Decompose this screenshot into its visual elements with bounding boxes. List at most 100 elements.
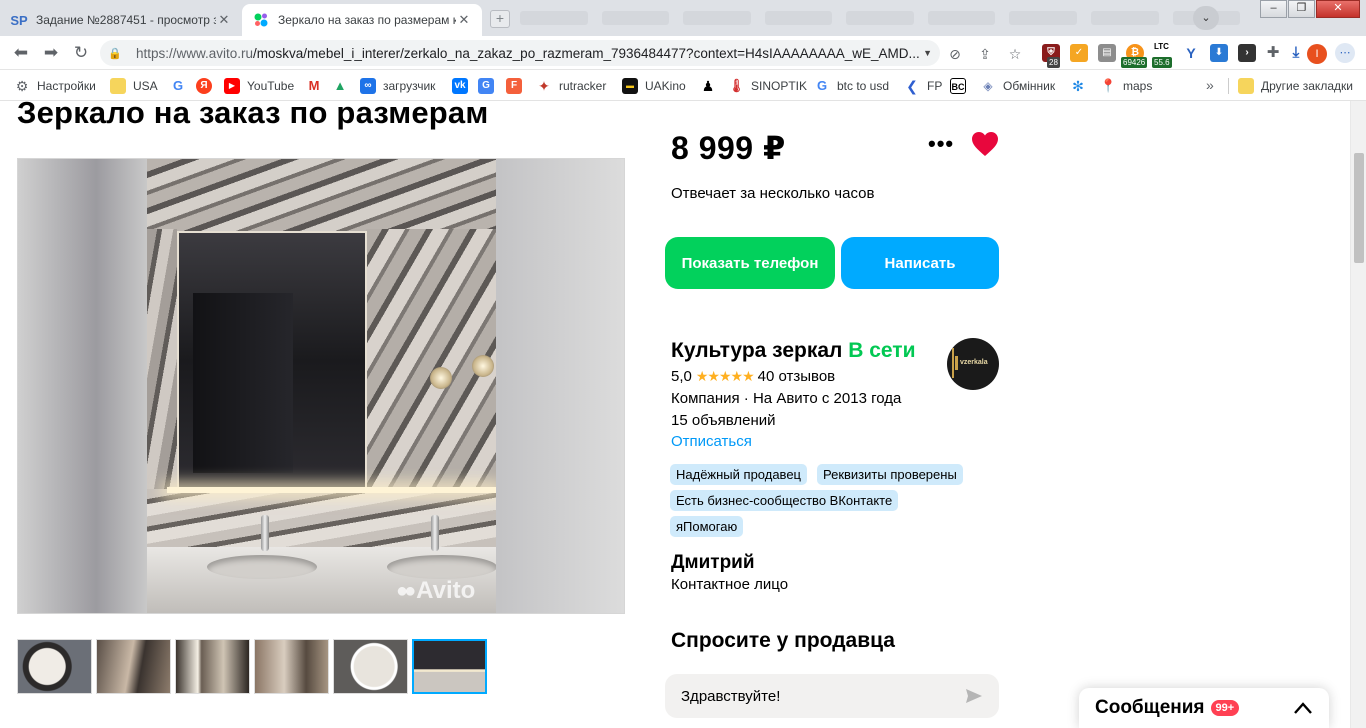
scrollbar-thumb[interactable]: [1354, 153, 1364, 263]
page-scrollbar[interactable]: [1350, 101, 1366, 728]
thumbnail-3[interactable]: [175, 639, 250, 694]
ask-message-text[interactable]: Здравствуйте!: [681, 688, 965, 705]
reviews-count[interactable]: 40 отзывов: [758, 368, 836, 385]
thumbnail-4[interactable]: [254, 639, 329, 694]
address-bar[interactable]: 🔒 https://www.avito.ru/moskva/mebel_i_in…: [100, 40, 940, 66]
seller-logo[interactable]: vzerkala: [947, 338, 999, 390]
unsubscribe-link[interactable]: Отписаться: [671, 433, 752, 450]
bookmark-yandex[interactable]: Я: [196, 78, 219, 94]
bookmark-youtube[interactable]: ▶ YouTube: [224, 78, 294, 94]
tab-title: Зеркало на заказ по размерам ку: [278, 13, 456, 27]
ltc-price-badge: 55.6: [1152, 57, 1172, 68]
badge-vk-community[interactable]: Есть бизнес-сообщество ВКонтакте: [670, 490, 899, 511]
bookmark-bc[interactable]: BC: [950, 78, 973, 94]
bookmark-loader[interactable]: ∞ загрузчик: [360, 78, 435, 94]
show-phone-button[interactable]: Показать телефон: [665, 237, 835, 289]
close-window-button[interactable]: ✕: [1316, 0, 1360, 18]
main-photo[interactable]: [147, 159, 496, 613]
extensions-puzzle-icon[interactable]: ✚: [1264, 44, 1282, 62]
browser-menu-icon[interactable]: ⋯: [1335, 43, 1355, 63]
listings-count[interactable]: 15 объявлений: [671, 412, 776, 429]
favorite-heart-icon[interactable]: [971, 131, 999, 157]
bookmark-google[interactable]: G: [170, 78, 193, 94]
chess-icon: ♟: [700, 78, 716, 94]
maximize-button[interactable]: ❐: [1288, 0, 1315, 18]
tab-avito[interactable]: Зеркало на заказ по размерам ку ✕: [242, 4, 482, 36]
extension-terminal-icon[interactable]: ›: [1238, 44, 1256, 62]
back-icon[interactable]: ⬅: [10, 43, 32, 63]
downloads-icon[interactable]: ⤓: [1287, 44, 1305, 62]
badge-details-verified[interactable]: Реквизиты проверены: [817, 464, 963, 485]
folder-icon: [110, 78, 126, 94]
bookmark-btc-to-usd[interactable]: Gbtc to usd: [814, 78, 889, 94]
exchange-icon: ◈: [980, 78, 996, 94]
thumbnail-1[interactable]: [17, 639, 92, 694]
bookmark-vk[interactable]: vk: [452, 78, 475, 94]
ask-seller-input[interactable]: Здравствуйте!: [665, 674, 999, 718]
write-message-button[interactable]: Написать: [841, 237, 999, 289]
extension-v-icon[interactable]: Y: [1182, 44, 1200, 62]
bookmark-snowflake[interactable]: ✻: [1070, 78, 1093, 94]
bookmark-usa[interactable]: USA: [110, 78, 158, 94]
bookmark-translate[interactable]: G: [478, 78, 501, 94]
thumbnail-6-selected[interactable]: [412, 639, 487, 694]
bookmark-rutracker[interactable]: ✦ rutracker: [536, 78, 606, 94]
forward-icon[interactable]: ➡: [40, 43, 62, 63]
thumbnail-strip: [17, 639, 487, 694]
bookmark-gmail[interactable]: M: [306, 78, 329, 94]
seller-name-line[interactable]: Культура зеркал В сети: [671, 339, 916, 363]
extension-briefcase-icon[interactable]: ▤: [1098, 44, 1116, 62]
youtube-icon: ▶: [224, 78, 240, 94]
price: 8 999 ₽: [671, 130, 786, 166]
bookmark-sinoptik[interactable]: 🌡 SINOPTIK: [728, 78, 807, 94]
bookmark-drive[interactable]: ▲: [332, 78, 355, 94]
avito-watermark: ●● Avito: [396, 577, 476, 604]
thumbnail-2[interactable]: [96, 639, 171, 694]
btc-price-badge: 69426: [1121, 57, 1148, 68]
badge-ya-pomogayu[interactable]: яПомогаю: [670, 516, 744, 537]
tab-close-icon[interactable]: ✕: [456, 12, 472, 28]
bookmark-star-icon[interactable]: ☆: [1006, 46, 1024, 62]
more-options-icon[interactable]: •••: [928, 131, 954, 157]
listing-title: Зеркало на заказ по размерам: [17, 101, 489, 130]
translate-icon: G: [478, 78, 494, 94]
url-text[interactable]: https://www.avito.ru/moskva/mebel_i_inte…: [136, 46, 919, 61]
seller-name[interactable]: Культура зеркал: [671, 339, 842, 362]
bookmark-uakino[interactable]: ▬ UAKino: [622, 78, 686, 94]
badge-reliable[interactable]: Надёжный продавец: [670, 464, 807, 485]
bookmark-exchange[interactable]: ◈ Обмінник: [980, 78, 1055, 94]
bookmark-maps[interactable]: 📍 maps: [1100, 78, 1152, 94]
new-tab-button[interactable]: +: [490, 10, 510, 28]
tab-close-icon[interactable]: ✕: [216, 12, 232, 28]
bookmark-f[interactable]: F: [506, 78, 529, 94]
blocked-popup-icon[interactable]: ⊘: [946, 46, 964, 62]
bookmark-settings[interactable]: ⚙ Настройки: [14, 78, 96, 94]
bookmarks-bar: ⚙ Настройки USA G Я ▶ YouTube M ▲ ∞ загрузч…: [0, 71, 1366, 101]
contact-name: Дмитрий: [671, 552, 755, 573]
bookmark-fp[interactable]: ❮ FP: [904, 78, 942, 94]
extension-brave-icon[interactable]: ✓: [1070, 44, 1088, 62]
messages-widget[interactable]: Сообщения 99+: [1079, 688, 1329, 728]
image-gallery[interactable]: ●● Avito: [17, 158, 625, 614]
bookmark-other-folder[interactable]: Другие закладки: [1238, 78, 1353, 94]
send-icon[interactable]: [965, 688, 983, 704]
bookmarks-overflow-button[interactable]: »: [1206, 77, 1214, 93]
company-info: Компания · На Авито с 2013 года: [671, 390, 902, 407]
google-icon: G: [814, 78, 830, 94]
thumbnail-5[interactable]: [333, 639, 408, 694]
maps-icon: 📍: [1100, 78, 1117, 94]
bookmark-chess[interactable]: ♟: [700, 78, 723, 94]
chevron-up-icon[interactable]: [1293, 701, 1313, 715]
seller-rating[interactable]: 5,0 ★★★★★ 40 отзывов: [671, 368, 835, 385]
tab-search-icon[interactable]: ⌄: [1193, 6, 1219, 30]
gallery-blur-left: [18, 159, 148, 613]
background-tabs: [520, 8, 1241, 28]
extension-download-icon[interactable]: ⬇: [1210, 44, 1228, 62]
profile-avatar[interactable]: I: [1307, 44, 1327, 64]
url-dropdown-icon[interactable]: ▼: [923, 48, 932, 58]
tab-task[interactable]: SP Задание №2887451 - просмотр з ✕: [0, 4, 242, 36]
share-icon[interactable]: ⇪: [976, 46, 994, 62]
messages-count-badge: 99+: [1210, 700, 1240, 716]
reload-icon[interactable]: ↻: [70, 43, 92, 63]
minimize-button[interactable]: –: [1260, 0, 1287, 18]
